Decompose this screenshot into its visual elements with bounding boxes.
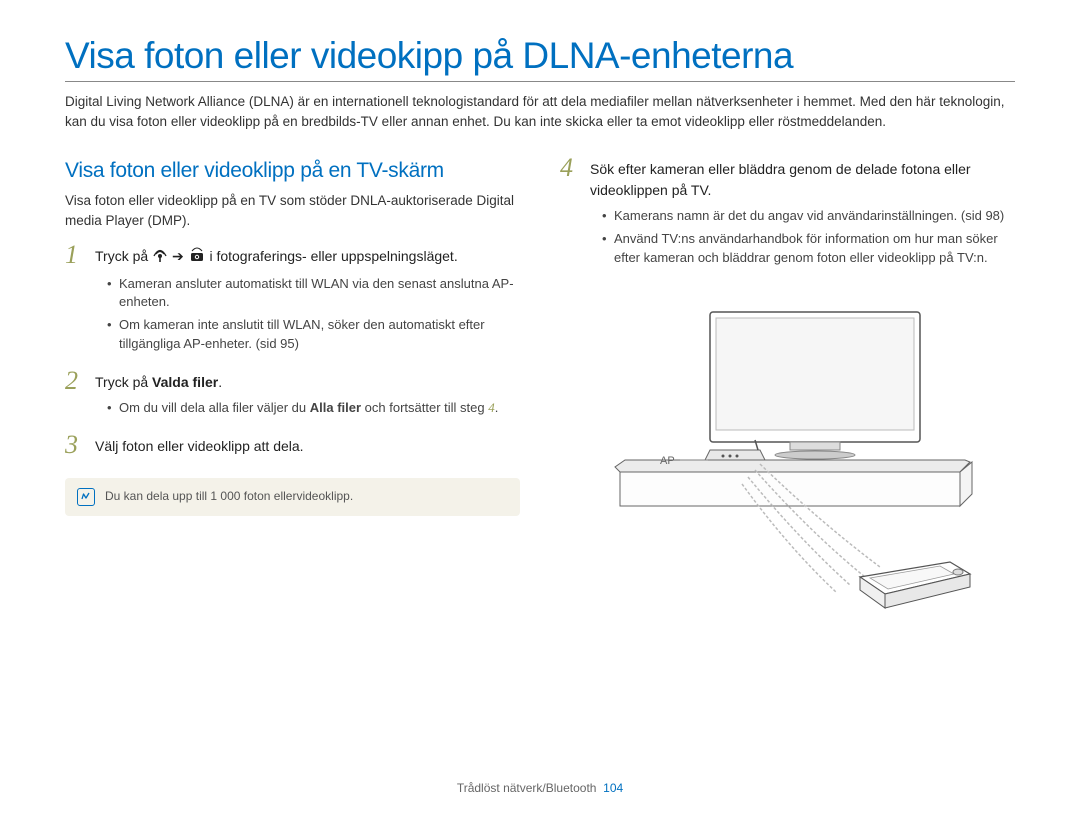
step2-bullet-a: Om du vill dela alla filer väljer du (119, 400, 310, 415)
step2-bullet-bold: Alla filer (310, 400, 361, 415)
right-column: 4 Sök efter kameran eller bläddra genom … (560, 159, 1015, 617)
step-3: 3 Välj foton eller videoklipp att dela. (65, 436, 520, 458)
section-heading: Visa foton eller videoklipp på en TV-skä… (65, 159, 520, 183)
wifi-antenna-icon (152, 247, 168, 269)
step4-bullet: Använd TV:ns användarhandbok för informa… (602, 230, 1015, 268)
camera-wifi-icon (188, 247, 206, 269)
step3-text: Välj foton eller videoklipp att dela. (95, 436, 520, 457)
step-number: 2 (65, 368, 89, 394)
step-number: 1 (65, 242, 89, 268)
step1-bullet: Kameran ansluter automatiskt till WLAN v… (107, 275, 520, 313)
step2-bullet: Om du vill dela alla filer väljer du All… (107, 399, 520, 418)
step1-bullet: Om kameran inte anslutit till WLAN, söke… (107, 316, 520, 354)
step-number: 3 (65, 432, 89, 458)
step2-bullet-c: och fortsätter till steg (361, 400, 488, 415)
step-4: 4 Sök efter kameran eller bläddra genom … (560, 159, 1015, 272)
note-text: Du kan dela upp till 1 000 foton ellervi… (105, 488, 353, 505)
step1-text-pre: Tryck på (95, 248, 152, 264)
step2-text: Tryck på (95, 374, 152, 390)
step-number: 4 (560, 155, 584, 181)
step4-bullet: Kamerans namn är det du angav vid använd… (602, 207, 1015, 226)
intro-paragraph: Digital Living Network Alliance (DLNA) ä… (65, 92, 1015, 131)
step-2: 2 Tryck på Valda filer. Om du vill dela … (65, 372, 520, 422)
step1-text-post: i fotograferings- eller uppspelningsläge… (209, 248, 457, 264)
footer-text: Trådlöst nätverk/Bluetooth (457, 781, 597, 795)
page-title: Visa foton eller videokipp på DLNA-enhet… (65, 35, 1015, 82)
step-1: 1 Tryck på ➔ i fotograferings- eller upp… (65, 246, 520, 358)
dlna-illustration: AP (560, 292, 1015, 617)
note-box: Du kan dela upp till 1 000 foton ellervi… (65, 478, 520, 516)
ap-label: AP (660, 455, 675, 467)
arrow-text: ➔ (172, 248, 188, 264)
page-footer: Trådlöst nätverk/Bluetooth 104 (0, 781, 1080, 795)
step2-bold: Valda filer (152, 374, 218, 390)
page-number: 104 (603, 781, 623, 795)
step4-text: Sök efter kameran eller bläddra genom de… (590, 161, 971, 198)
step2-text-end: . (218, 374, 222, 390)
left-column: Visa foton eller videoklipp på en TV-skä… (65, 159, 520, 617)
note-icon (77, 488, 95, 506)
step2-bullet-e: . (495, 400, 499, 415)
section-subtext: Visa foton eller videoklipp på en TV som… (65, 191, 520, 230)
